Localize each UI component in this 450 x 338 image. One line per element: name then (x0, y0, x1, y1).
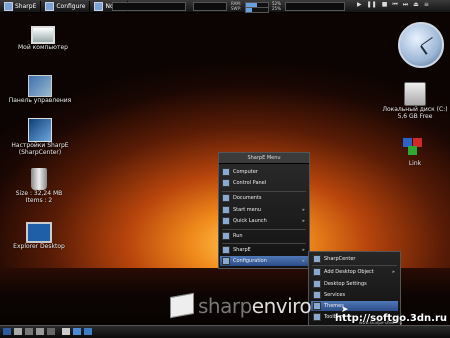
quicklaunch-icon-7[interactable] (73, 328, 81, 335)
menu-item-quick-launch[interactable]: Quick Launch ▸ (220, 216, 308, 226)
settings-icon[interactable]: ≡ (424, 1, 429, 9)
submenu-item-themes[interactable]: Themes (311, 301, 398, 311)
swap-meter-fill (246, 8, 252, 12)
sharpcenter-icon (28, 118, 52, 142)
logo-text: sharpenviro (198, 294, 312, 318)
themes-icon (313, 302, 321, 310)
chevron-right-icon: ▸ (302, 218, 305, 224)
menu-separator (222, 229, 306, 230)
monitor-icon (31, 26, 55, 44)
menu-item-start-menu[interactable]: Start menu ▸ (220, 205, 308, 215)
sharpe-start-menu: SharpE Menu Computer Control Panel Docum… (218, 152, 310, 269)
control-panel-small-icon (222, 179, 230, 187)
control-panel-icon (28, 75, 52, 97)
recycle-bin-icon (31, 168, 47, 190)
clock-hour-hand (420, 45, 428, 55)
quicklaunch-icon-4[interactable] (36, 328, 44, 335)
chevron-right-icon: ▸ (302, 247, 305, 253)
drive-icon (404, 82, 426, 106)
menu-separator (222, 191, 306, 192)
menu-item-configuration[interactable]: Configuration ▸ (220, 256, 308, 266)
documents-icon (222, 194, 230, 202)
configure-button[interactable]: Configure (41, 0, 91, 12)
start-menu-icon (222, 206, 230, 214)
quicklaunch-icon-6[interactable] (62, 328, 70, 335)
menu-item-run[interactable]: Run (220, 231, 308, 241)
desktop-icon-sharpcenter[interactable]: Настройки SharpE (SharpCenter) (5, 118, 75, 156)
swap-label: SWP: (231, 6, 242, 11)
swap-meter (245, 7, 269, 13)
toolbars-icon (313, 313, 321, 321)
sharpe-small-icon (222, 246, 230, 254)
sharpcenter-small-icon (313, 255, 321, 263)
menu-separator (312, 265, 397, 266)
configuration-icon (222, 257, 230, 265)
sharpe-button[interactable]: SharpE (0, 0, 42, 12)
services-icon (313, 291, 321, 299)
notes-icon (94, 1, 104, 11)
quicklaunch-icon-2[interactable] (14, 328, 22, 335)
menu-item-documents[interactable]: Documents (220, 193, 308, 203)
stop-icon[interactable]: ■ (382, 1, 388, 9)
clock-minute-hand (420, 37, 433, 46)
quicklaunch-icon-8[interactable] (84, 328, 92, 335)
submenu-item-sharpcenter[interactable]: SharpCenter (311, 254, 398, 264)
play-icon[interactable]: ▶ (357, 1, 362, 9)
submenu-item-add-desktop-object[interactable]: Add Desktop Object ▸ (311, 267, 398, 277)
submenu-item-desktop-settings[interactable]: Desktop Settings (311, 279, 398, 289)
link-icon (403, 138, 427, 160)
toolbar-small-field[interactable] (193, 2, 227, 11)
desktop-icon-explorer-desktop[interactable]: Explorer Desktop (4, 222, 74, 250)
pause-icon[interactable]: ❚❚ (367, 1, 377, 9)
previous-icon[interactable]: ⏮ (392, 1, 397, 9)
add-object-icon (313, 268, 321, 276)
menu-item-control-panel[interactable]: Control Panel (220, 178, 308, 188)
submenu-item-services[interactable]: Services (311, 290, 398, 300)
chevron-right-icon: ▸ (302, 258, 305, 264)
run-icon (222, 232, 230, 240)
computer-icon (222, 168, 230, 176)
explorer-desktop-icon (26, 222, 52, 243)
watermark-text: http://softgo.3dn.ru (334, 313, 447, 324)
desktop-icon-recycle-bin[interactable]: Size : 32,24 MB Items : 2 (4, 168, 74, 204)
quicklaunch-icon-1[interactable] (3, 328, 11, 335)
next-icon[interactable]: ⏭ (403, 1, 408, 9)
desktop-icon-control-panel[interactable]: Панель управления (5, 75, 75, 104)
analog-clock-gadget[interactable] (398, 22, 444, 68)
quicklaunch-icon-3[interactable] (25, 328, 33, 335)
menu-title: SharpE Menu (219, 153, 309, 164)
quicklaunch-icon-5[interactable] (47, 328, 55, 335)
chevron-right-icon: ▸ (302, 207, 305, 213)
desktop-icon-local-disk[interactable]: Локальный диск (C:) 5,6 GB Free (380, 82, 450, 120)
eject-icon[interactable]: ⏏ (413, 1, 419, 9)
desktop-icon-my-computer[interactable]: Мой компьютер (8, 26, 78, 51)
desktop-settings-icon (313, 280, 321, 288)
chevron-right-icon: ▸ (392, 269, 395, 275)
toolbar-input-field[interactable] (112, 2, 186, 11)
menu-separator (222, 243, 306, 244)
menu-item-sharpe[interactable]: SharpE ▸ (220, 245, 308, 255)
swap-value: 25% (272, 6, 281, 11)
desktop-icon-link[interactable]: Link (380, 138, 450, 167)
media-controls: ▶ ❚❚ ■ ⏮ ⏭ ⏏ ≡ (357, 1, 429, 9)
toolbar-text-field[interactable] (285, 2, 345, 11)
sharpe-icon (4, 1, 13, 11)
menu-item-computer[interactable]: Computer (220, 167, 308, 177)
sharpe-cube-icon (170, 292, 194, 319)
taskbar (0, 325, 450, 338)
configure-icon (45, 1, 55, 11)
quick-launch-icon (222, 217, 230, 225)
